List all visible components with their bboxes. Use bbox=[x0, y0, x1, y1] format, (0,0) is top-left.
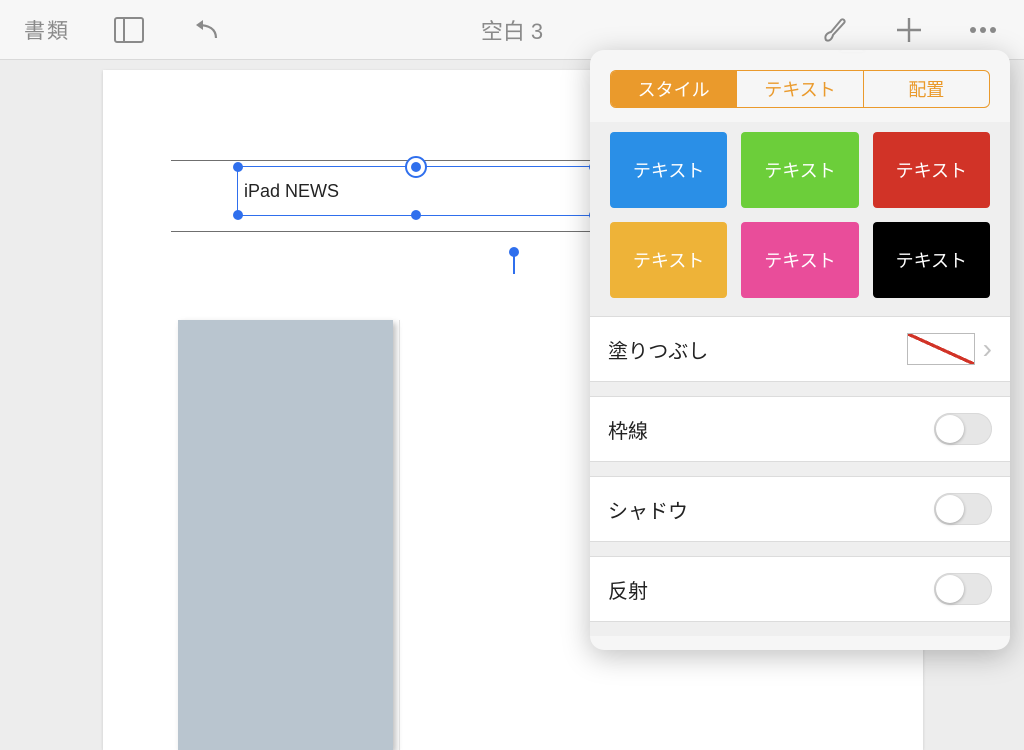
shadow-toggle[interactable] bbox=[934, 493, 992, 525]
paintbrush-icon bbox=[820, 16, 850, 44]
border-label: 枠線 bbox=[608, 415, 648, 444]
style-swatches: テキスト テキスト テキスト テキスト テキスト テキスト bbox=[590, 122, 1010, 316]
popover-arrow bbox=[840, 50, 864, 52]
layout-icon bbox=[114, 17, 144, 43]
fill-row[interactable]: 塗りつぶし › bbox=[590, 316, 1010, 382]
chevron-right-icon: › bbox=[983, 333, 992, 365]
reflection-row[interactable]: 反射 bbox=[590, 556, 1010, 622]
placeholder-shape[interactable] bbox=[178, 320, 393, 750]
toolbar-left-group: 書類 bbox=[24, 13, 222, 47]
tab-arrange[interactable]: 配置 bbox=[863, 71, 989, 107]
reflection-label: 反射 bbox=[608, 575, 648, 604]
resize-handle-bl[interactable] bbox=[233, 210, 243, 220]
plus-icon bbox=[895, 16, 923, 44]
selected-textbox[interactable]: iPad NEWS bbox=[237, 166, 595, 216]
insertion-caret bbox=[513, 256, 515, 274]
tab-style[interactable]: スタイル bbox=[611, 71, 736, 107]
border-toggle[interactable] bbox=[934, 413, 992, 445]
undo-icon bbox=[190, 18, 220, 42]
border-row[interactable]: 枠線 bbox=[590, 396, 1010, 462]
column-guide bbox=[399, 320, 400, 750]
format-popover: スタイル テキスト 配置 テキスト テキスト テキスト テキスト テキスト テキ… bbox=[590, 50, 1010, 650]
swatch-pink[interactable]: テキスト bbox=[741, 222, 858, 298]
swatch-red[interactable]: テキスト bbox=[873, 132, 990, 208]
ellipsis-icon bbox=[968, 25, 998, 35]
shadow-row[interactable]: シャドウ bbox=[590, 476, 1010, 542]
more-button[interactable] bbox=[966, 13, 1000, 47]
swatch-blue[interactable]: テキスト bbox=[610, 132, 727, 208]
undo-button[interactable] bbox=[188, 13, 222, 47]
fill-preview-none[interactable] bbox=[907, 333, 975, 365]
fill-label: 塗りつぶし bbox=[608, 335, 708, 364]
reflection-toggle[interactable] bbox=[934, 573, 992, 605]
format-tabs: スタイル テキスト 配置 bbox=[610, 70, 990, 108]
textbox-text: iPad NEWS bbox=[244, 181, 339, 202]
resize-handle-tl[interactable] bbox=[233, 162, 243, 172]
toolbar-right-group bbox=[818, 13, 1000, 47]
resize-handle-bm[interactable] bbox=[411, 210, 421, 220]
swatch-black[interactable]: テキスト bbox=[873, 222, 990, 298]
swatch-yellow[interactable]: テキスト bbox=[610, 222, 727, 298]
format-button[interactable] bbox=[818, 13, 852, 47]
documents-button[interactable]: 書類 bbox=[24, 15, 70, 45]
view-options-button[interactable] bbox=[112, 13, 146, 47]
swatch-green[interactable]: テキスト bbox=[741, 132, 858, 208]
add-button[interactable] bbox=[892, 13, 926, 47]
resize-handle-tm[interactable] bbox=[411, 162, 421, 172]
tab-text[interactable]: テキスト bbox=[736, 71, 862, 107]
shadow-label: シャドウ bbox=[608, 495, 688, 524]
